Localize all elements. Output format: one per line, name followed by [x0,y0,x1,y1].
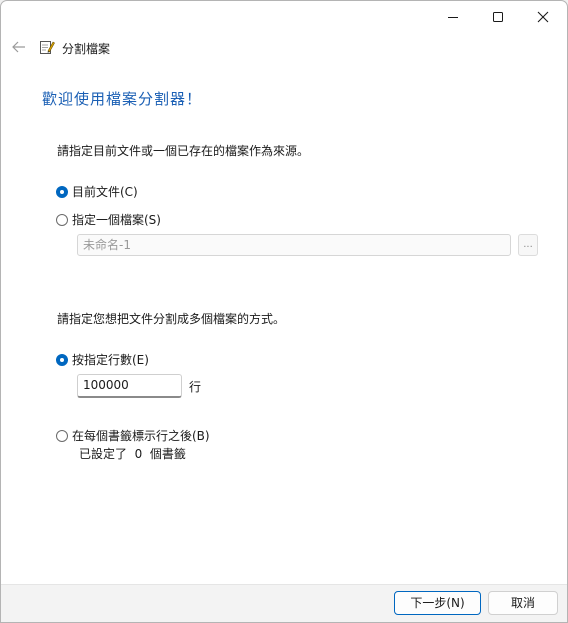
back-arrow-icon [12,41,25,53]
split-file-dialog: 分割檔案 歡迎使用檔案分割器！ 請指定目前文件或一個已存在的檔案作為來源。 目前… [0,0,568,623]
minimize-button[interactable] [430,1,476,33]
wizard-heading: 歡迎使用檔案分割器！ [42,90,203,108]
method-section-label: 請指定您想把文件分割成多個檔案的方式。 [57,312,286,326]
close-button[interactable] [520,1,566,33]
browse-button[interactable]: ... [518,234,538,256]
source-file-input[interactable]: 未命名-1 [77,234,511,256]
radio-indicator-unchecked [56,213,68,226]
radio-indicator-checked [56,185,68,198]
radio-by-line-count-label: 按指定行數(E) [72,353,149,367]
next-button[interactable]: 下一步(N) [394,591,481,615]
radio-current-document-label: 目前文件(C) [72,185,138,199]
bookmark-count-status: 已設定了 0 個書籤 [79,447,186,461]
radio-after-bookmarks[interactable]: 在每個書籤標示行之後(B) [56,427,210,444]
back-button[interactable] [9,37,29,57]
radio-after-bookmarks-label: 在每個書籤標示行之後(B) [72,429,210,443]
nav-bar: 分割檔案 [1,33,567,61]
window-title: 分割檔案 [62,42,111,56]
line-unit-label: 行 [189,380,202,394]
line-count-input[interactable]: 100000 [77,374,182,398]
maximize-button[interactable] [475,1,521,33]
radio-current-document[interactable]: 目前文件(C) [56,183,138,200]
radio-by-line-count[interactable]: 按指定行數(E) [56,351,149,368]
minimize-icon [448,17,458,18]
radio-specify-file[interactable]: 指定一個檔案(S) [56,211,161,228]
radio-indicator-unchecked [56,429,68,442]
source-section-label: 請指定目前文件或一個已存在的檔案作為來源。 [57,144,310,158]
maximize-icon [493,12,503,22]
title-bar [1,1,567,33]
cancel-button[interactable]: 取消 [488,591,558,615]
notepad-pencil-icon [40,41,55,54]
radio-indicator-checked [56,353,68,366]
close-icon [537,11,549,23]
radio-specify-file-label: 指定一個檔案(S) [72,213,161,227]
dialog-footer: 下一步(N) 取消 [1,584,567,622]
